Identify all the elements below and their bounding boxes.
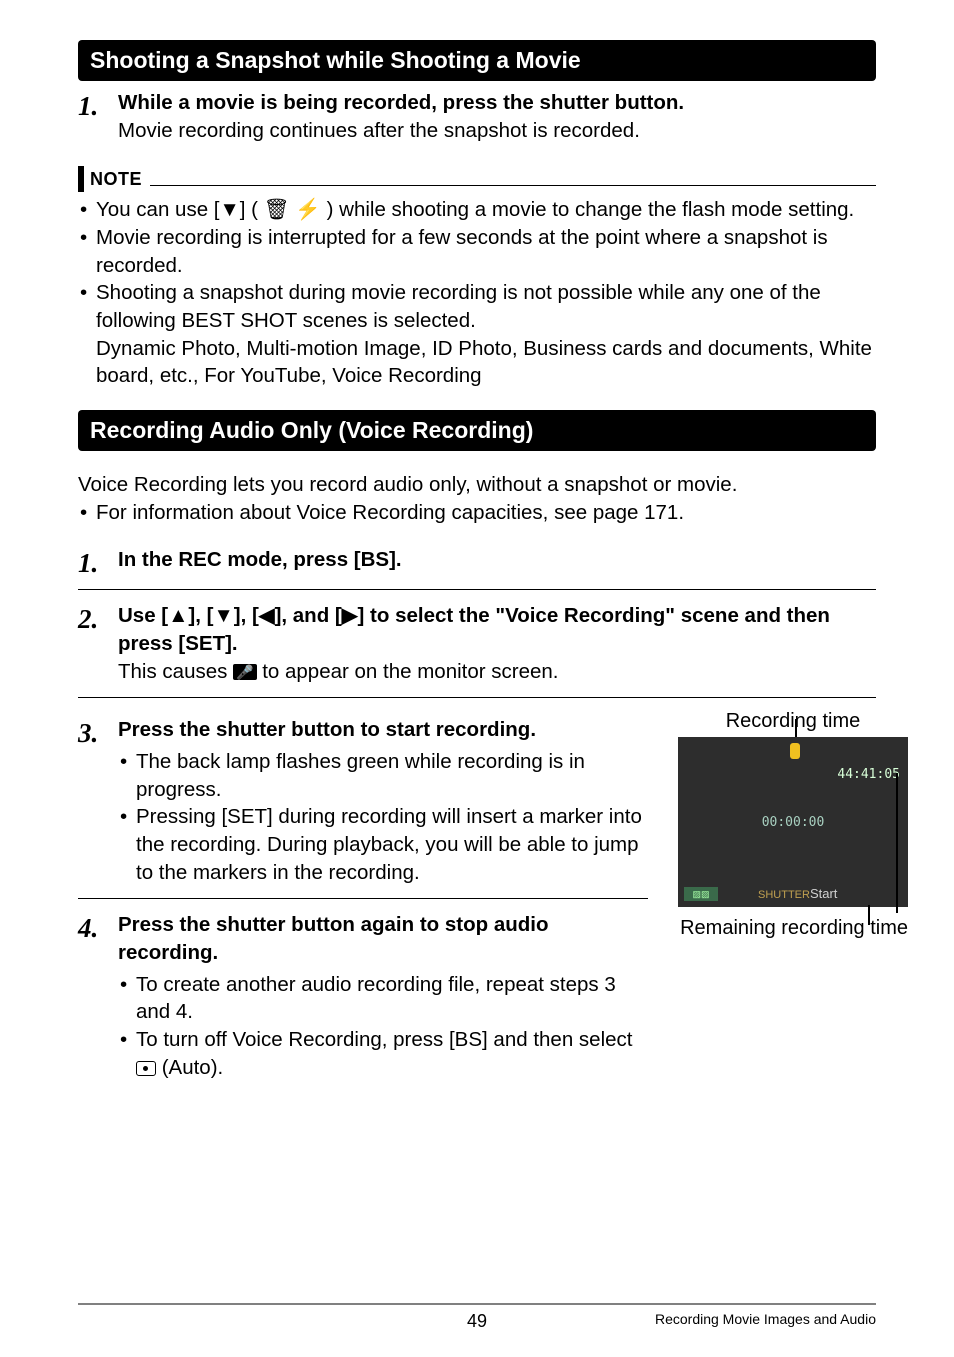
divider xyxy=(78,898,648,899)
note-header: NOTE xyxy=(78,166,876,192)
section-heading: Recording Audio Only (Voice Recording) xyxy=(78,410,876,451)
paragraph: Voice Recording lets you record audio on… xyxy=(78,471,876,499)
elapsed-time-readout: 00:00:00 xyxy=(678,815,908,830)
text: To turn off Voice Recording, press [BS] … xyxy=(136,1028,632,1051)
pointer-line xyxy=(795,719,797,739)
divider xyxy=(78,697,876,698)
battery-icon: ▨▨ xyxy=(684,887,718,901)
mic-indicator-icon xyxy=(790,743,800,759)
pointer-line xyxy=(868,905,870,925)
note-item: Shooting a snapshot during movie recordi… xyxy=(78,279,876,390)
start-label: Start xyxy=(810,886,837,901)
step-1: 1. While a movie is being recorded, pres… xyxy=(78,89,876,144)
pointer-line xyxy=(896,773,898,913)
step-4: 4. Press the shutter button again to sto… xyxy=(78,911,648,1081)
page-footer: 49 Recording Movie Images and Audio xyxy=(78,1303,876,1327)
step-desc: Movie recording continues after the snap… xyxy=(118,119,640,142)
camera-screen: 44:41:05 00:00:00 ▨▨ SHUTTERStart xyxy=(678,737,908,907)
footer-section-label: Recording Movie Images and Audio xyxy=(655,1311,876,1327)
list-item: The back lamp flashes green while record… xyxy=(118,748,648,803)
step-2: 2. Use [▲], [▼], [◀], and [▶] to select … xyxy=(78,602,876,685)
note-list: You can use [▼] ( 🗑 ⚡ ) while shooting a… xyxy=(78,196,876,390)
step-1: 1. In the REC mode, press [BS]. xyxy=(78,546,876,577)
section-heading: Shooting a Snapshot while Shooting a Mov… xyxy=(78,40,876,81)
step-title: While a movie is being recorded, press t… xyxy=(118,91,684,114)
shutter-start-label: SHUTTERStart xyxy=(758,886,837,901)
page-number: 49 xyxy=(467,1311,487,1332)
step-number: 4. xyxy=(78,911,112,942)
text: (Auto). xyxy=(156,1056,223,1079)
note-item: Movie recording is interrupted for a few… xyxy=(78,224,876,279)
step-title: Use [▲], [▼], [◀], and [▶] to select the… xyxy=(118,604,830,655)
auto-mode-icon xyxy=(136,1061,156,1076)
step-3: 3. Press the shutter button to start rec… xyxy=(78,716,648,886)
divider xyxy=(78,589,876,590)
remaining-time-readout: 44:41:05 xyxy=(837,767,900,782)
screenshot: 44:41:05 00:00:00 ▨▨ SHUTTERStart xyxy=(678,737,908,907)
list-item: Pressing [SET] during recording will ins… xyxy=(118,803,648,886)
step-title: In the REC mode, press [BS]. xyxy=(118,548,402,571)
figure-caption-top: Recording time xyxy=(678,710,908,733)
intro-list: For information about Voice Recording ca… xyxy=(78,499,876,527)
step-number: 1. xyxy=(78,546,112,577)
text: to appear on the monitor screen. xyxy=(257,660,559,683)
note-bar-icon xyxy=(78,166,84,192)
step-number: 2. xyxy=(78,602,112,633)
step-number: 1. xyxy=(78,89,112,120)
note-label: NOTE xyxy=(90,169,142,190)
mic-icon: 🎤 xyxy=(233,664,256,680)
step-title: Press the shutter button again to stop a… xyxy=(118,913,549,964)
list-item: For information about Voice Recording ca… xyxy=(78,499,876,527)
note-rule xyxy=(150,185,876,186)
figure-caption-bottom: Remaining recording time xyxy=(678,917,908,940)
step-desc: This causes 🎤 to appear on the monitor s… xyxy=(118,660,559,683)
step-number: 3. xyxy=(78,716,112,747)
text: This causes xyxy=(118,660,233,683)
list-item: To turn off Voice Recording, press [BS] … xyxy=(118,1026,648,1081)
note-item: You can use [▼] ( 🗑 ⚡ ) while shooting a… xyxy=(78,196,876,224)
step-title: Press the shutter button to start record… xyxy=(118,718,536,741)
shutter-label: SHUTTER xyxy=(758,889,810,901)
list-item: To create another audio recording file, … xyxy=(118,971,648,1026)
